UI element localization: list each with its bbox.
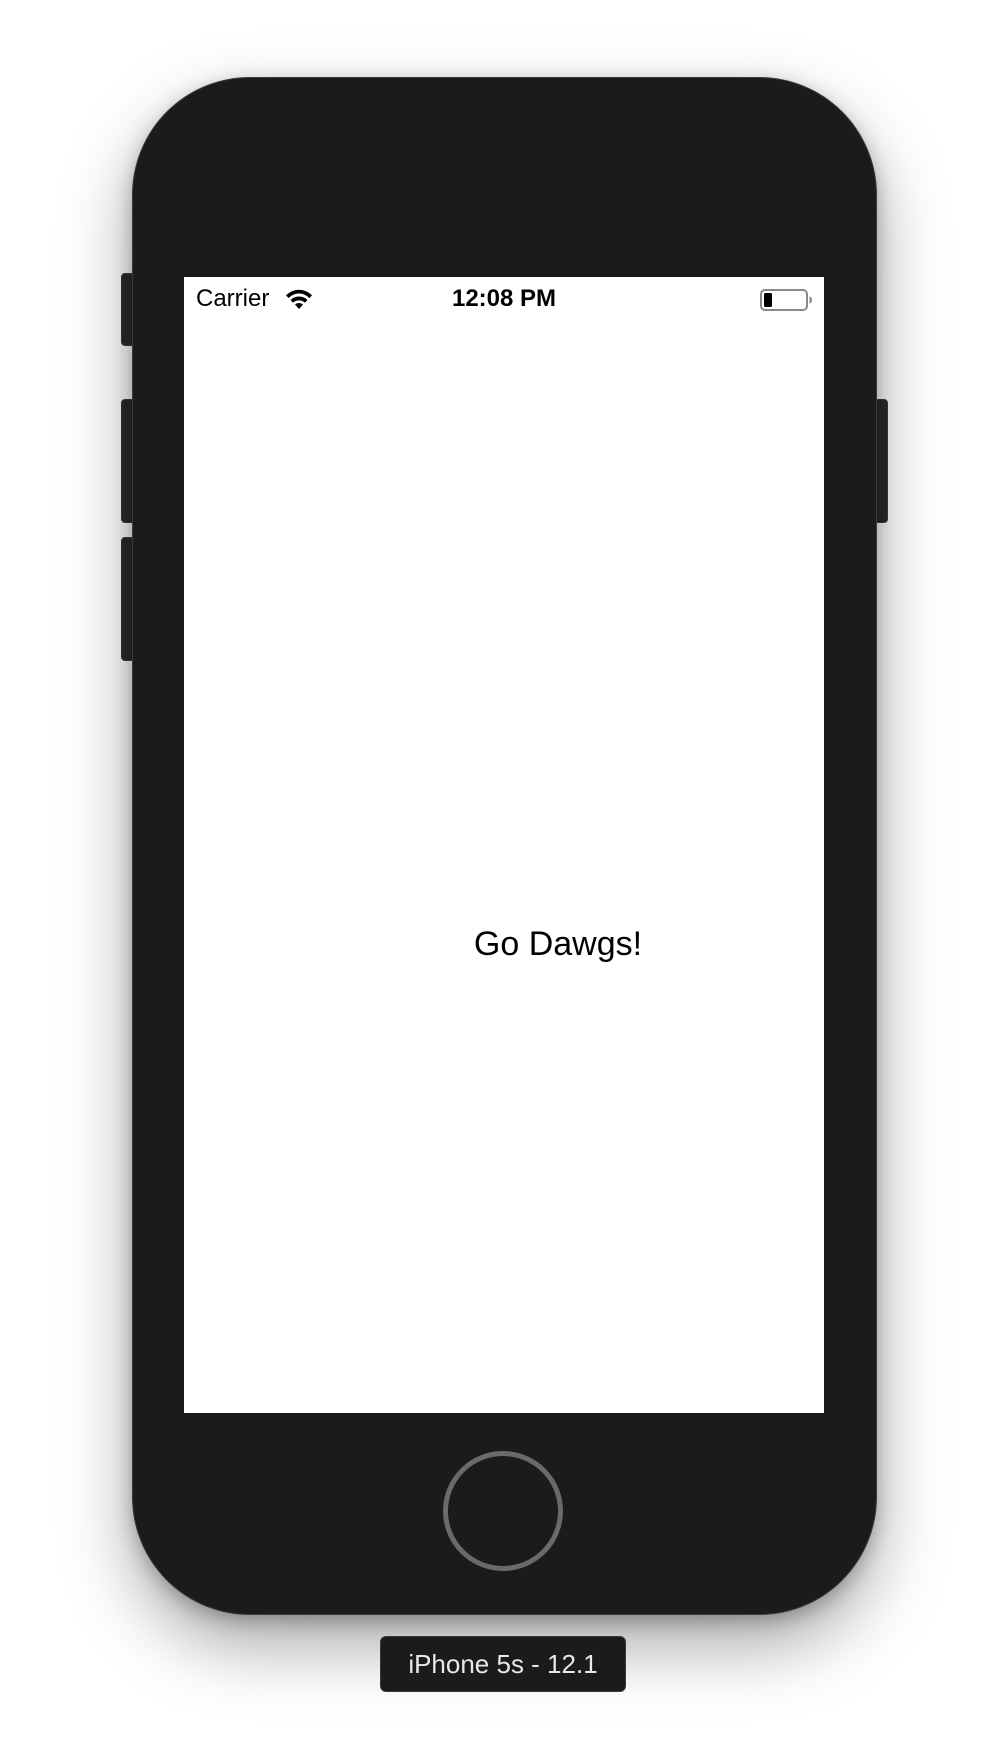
home-button[interactable]	[443, 1451, 563, 1571]
status-bar: Carrier 12:08 PM	[184, 277, 824, 321]
battery-icon	[760, 289, 812, 311]
go-dawgs-label: Go Dawgs!	[473, 925, 643, 963]
device-name-label: iPhone 5s - 12.1	[380, 1636, 626, 1692]
device-screen[interactable]: Carrier 12:08 PM Go Dawgs!	[184, 277, 824, 1413]
status-time: 12:08 PM	[451, 285, 557, 312]
simulator-window: Carrier 12:08 PM Go Dawgs! iPhone 5s - 1…	[0, 0, 1008, 1764]
